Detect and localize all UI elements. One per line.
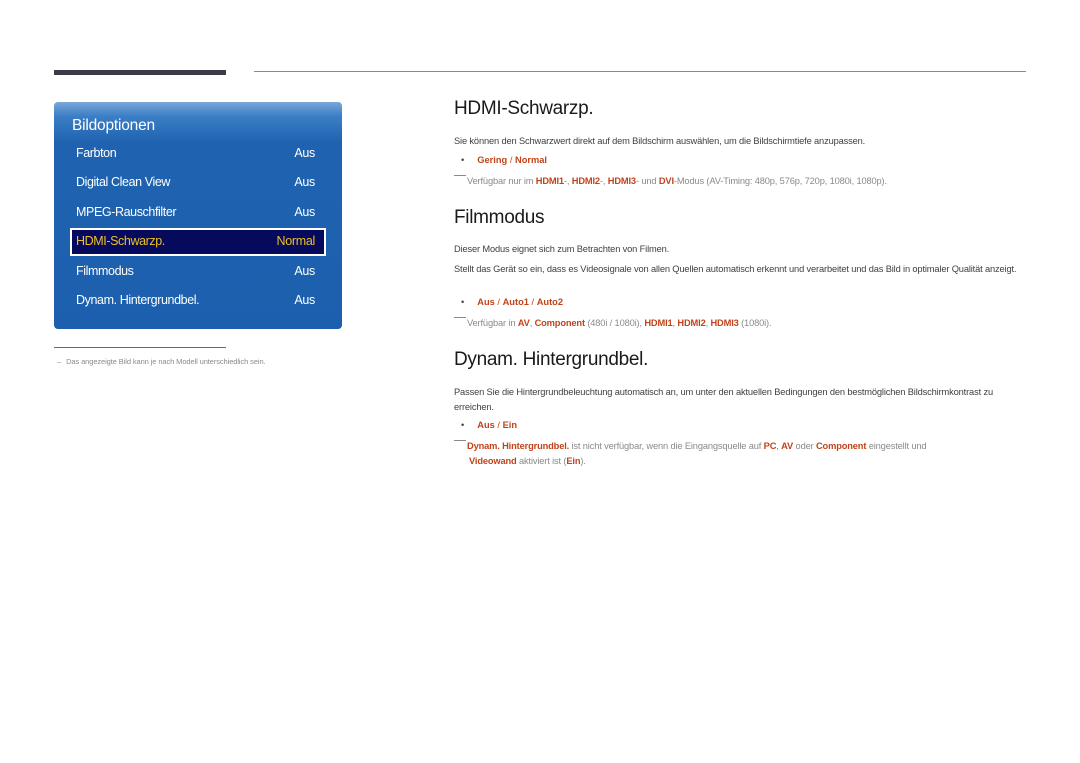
section-dynam-note: Dynam. Hintergrundbel. ist nicht verfügb… [454,439,1024,469]
header-rule-thick [54,70,226,75]
menu-item-value: Aus [294,146,315,160]
option-separator: / [494,297,503,307]
section-dynam-description: Passen Sie die Hintergrundbeleuchtung au… [454,387,993,412]
bildoptionen-menu-panel: Bildoptionen Farbton Aus Digital Clean V… [54,102,342,329]
menu-item-value: Aus [294,175,315,189]
note-mark [454,175,466,176]
footnote: – Das angezeigte Bild kann je nach Modell… [57,357,266,366]
section-film-description-1: Dieser Modus eignet sich zum Betrachten … [454,244,670,254]
menu-item-digital-clean-view[interactable]: Digital Clean View Aus [70,170,326,198]
bullet-dot: • [461,155,465,165]
header-rule-thin [254,71,1026,72]
option-separator: / [494,420,503,430]
menu-item-label: Filmmodus [76,264,134,278]
option: Gering [477,155,508,165]
option: Aus [477,297,495,307]
menu-item-label: MPEG-Rauschfilter [76,205,177,219]
option: Auto1 [502,297,529,307]
section-title-dynam-hintergrundbel: Dynam. Hintergrundbel. [454,349,649,370]
option: Ein [502,420,518,430]
menu-item-label: Dynam. Hintergrundbel. [76,293,200,307]
section-film-options: • Aus / Auto1 / Auto2 [461,297,563,307]
option: Normal [514,155,548,165]
option-separator: / [507,155,515,165]
footnote-text: Das angezeigte Bild kann je nach Modell … [66,357,266,366]
note-mark [454,317,466,318]
section-hdmi-note: Verfügbar nur im HDMI1-, HDMI2-, HDMI3- … [454,174,1024,189]
section-film-note: Verfügbar in AV, Component (480i / 1080i… [454,316,1024,331]
option: Aus [477,420,495,430]
section-hdmi-description: Sie können den Schwarzwert direkt auf de… [454,136,866,146]
menu-item-value: Aus [294,205,315,219]
section-film-description-2: Stellt das Gerät so ein, dass es Videosi… [454,264,1017,274]
bullet-dot: • [461,297,465,307]
menu-item-label: Farbton [76,146,117,160]
menu-item-dynam-hintergrundbel[interactable]: Dynam. Hintergrundbel. Aus [70,288,326,316]
menu-item-hdmi-schwarzp-selected[interactable]: HDMI-Schwarzp. Normal [70,228,326,256]
option: Auto2 [536,297,564,307]
note-mark [454,440,466,441]
menu-item-label: HDMI-Schwarzp. [76,234,165,248]
menu-item-label: Digital Clean View [76,175,171,189]
section-dynam-options: • Aus / Ein [461,420,517,430]
menu-item-value: Aus [294,264,315,278]
bullet-dot: • [461,420,465,430]
menu-item-value: Normal [276,234,316,248]
section-title-filmmodus: Filmmodus [454,207,545,228]
menu-item-mpeg-rauschfilter[interactable]: MPEG-Rauschfilter Aus [70,200,326,228]
menu-item-farbton[interactable]: Farbton Aus [70,141,326,169]
menu-item-value: Aus [294,293,315,307]
section-hdmi-options: • Gering / Normal [461,155,547,165]
option-separator: / [528,297,537,307]
footnote-dash: – [57,357,62,366]
footnote-divider [54,347,226,348]
menu-title: Bildoptionen [72,117,155,134]
section-title-hdmi-schwarzp: HDMI-Schwarzp. [454,98,594,119]
menu-item-filmmodus[interactable]: Filmmodus Aus [70,259,326,287]
